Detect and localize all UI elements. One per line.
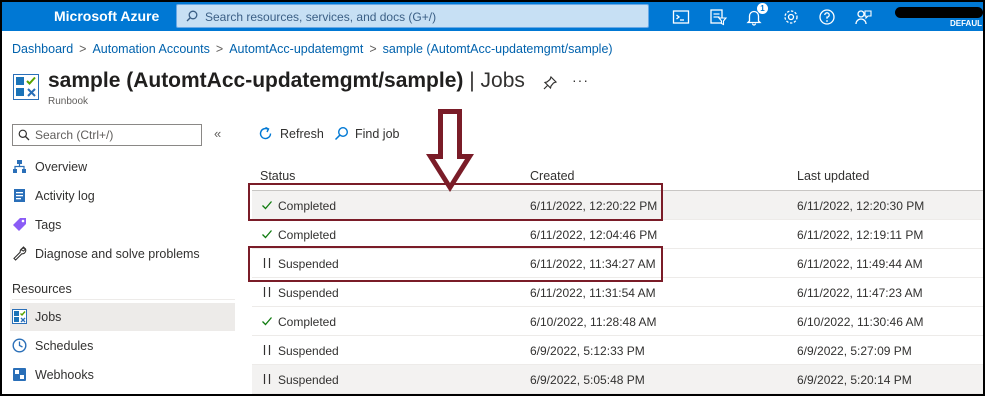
sidebar-item-schedules[interactable]: Schedules xyxy=(10,332,235,360)
table-row[interactable]: Completed 6/11/2022, 12:04:46 PM 6/11/20… xyxy=(252,220,983,249)
runbook-icon xyxy=(13,74,39,100)
notification-badge: 1 xyxy=(757,3,768,14)
feedback-icon[interactable] xyxy=(854,8,872,26)
last-updated-cell: 6/11/2022, 12:20:30 PM xyxy=(797,199,925,213)
breadcrumb-separator: > xyxy=(369,42,377,56)
status-cell: Completed xyxy=(278,228,337,242)
breadcrumb-runbook[interactable]: sample (AutomtAcc-updatemgmt/sample) xyxy=(383,42,613,56)
top-navigation-bar: Microsoft Azure Search resources, servic… xyxy=(2,2,983,31)
search-icon xyxy=(18,129,30,141)
created-cell: 6/11/2022, 11:31:54 AM xyxy=(530,286,656,300)
last-updated-cell: 6/11/2022, 11:47:23 AM xyxy=(797,286,923,300)
search-icon xyxy=(186,10,198,22)
brand-link[interactable]: Microsoft Azure xyxy=(54,8,159,24)
tag-icon xyxy=(13,218,26,231)
pin-icon[interactable] xyxy=(542,75,558,91)
created-cell: 6/11/2022, 12:04:46 PM xyxy=(530,228,658,242)
sidebar-item-tags[interactable]: Tags xyxy=(10,211,235,239)
page-title: sample (AutomtAcc-updatemgmt/sample) | J… xyxy=(48,69,525,93)
sidebar-item-label: Activity log xyxy=(35,189,95,203)
clock-icon xyxy=(12,338,27,353)
sidebar-section-divider xyxy=(12,299,235,300)
sidebar-item-diagnose[interactable]: Diagnose and solve problems xyxy=(10,240,235,268)
status-cell: Suspended xyxy=(278,373,339,387)
sidebar-item-label: Tags xyxy=(35,218,62,232)
status-cell: Suspended xyxy=(278,344,339,358)
find-job-label: Find job xyxy=(355,127,400,141)
checkmark-icon xyxy=(262,317,272,326)
breadcrumb-separator: > xyxy=(79,42,87,56)
highlight-box-suspended-row xyxy=(248,246,663,282)
last-updated-cell: 6/10/2022, 11:30:46 AM xyxy=(797,315,924,329)
azure-portal-window: Microsoft Azure Search resources, servic… xyxy=(2,2,983,394)
breadcrumb-separator: > xyxy=(215,42,224,56)
sidebar-item-activity-log[interactable]: Activity log xyxy=(10,182,235,210)
global-search-input[interactable]: Search resources, services, and docs (G+… xyxy=(176,4,649,28)
directory-filter-icon[interactable] xyxy=(709,8,727,26)
webhook-icon xyxy=(13,368,26,381)
sidebar-item-label: Webhooks xyxy=(35,368,94,382)
more-actions-button[interactable]: ··· xyxy=(572,72,589,88)
table-row[interactable]: Suspended 6/11/2022, 11:31:54 AM 6/11/20… xyxy=(252,278,983,307)
pause-icon xyxy=(263,345,271,355)
overview-icon xyxy=(13,160,26,173)
account-name-redacted[interactable] xyxy=(895,7,983,18)
column-header-last-updated[interactable]: Last updated xyxy=(797,169,869,183)
table-row[interactable]: Suspended 6/9/2022, 5:12:33 PM 6/9/2022,… xyxy=(252,336,983,365)
search-icon xyxy=(334,126,349,141)
created-cell: 6/9/2022, 5:12:33 PM xyxy=(530,344,645,358)
status-cell: Suspended xyxy=(278,286,339,300)
pause-icon xyxy=(263,374,271,384)
sidebar-item-label: Overview xyxy=(35,160,88,174)
pause-icon xyxy=(263,287,271,297)
cloud-shell-icon[interactable] xyxy=(672,8,690,26)
sidebar-item-jobs[interactable]: Jobs xyxy=(10,303,235,331)
sidebar-item-webhooks[interactable]: Webhooks xyxy=(10,361,235,389)
last-updated-cell: 6/9/2022, 5:20:14 PM xyxy=(797,373,912,387)
down-arrow-icon xyxy=(426,109,474,192)
wrench-icon xyxy=(13,246,27,261)
last-updated-cell: 6/11/2022, 12:19:11 PM xyxy=(797,228,924,242)
breadcrumb-dashboard[interactable]: Dashboard xyxy=(12,42,73,56)
last-updated-cell: 6/9/2022, 5:27:09 PM xyxy=(797,344,912,358)
gear-icon[interactable] xyxy=(782,8,800,26)
breadcrumb-automation-account[interactable]: AutomtAcc-updatemgmt xyxy=(229,42,363,56)
column-header-status[interactable]: Status xyxy=(260,169,295,183)
checkmark-icon xyxy=(262,230,272,239)
page-title-name: sample (AutomtAcc-updatemgmt/sample) xyxy=(48,69,464,92)
sidebar-section-resources: Resources xyxy=(12,282,72,296)
created-cell: 6/10/2022, 11:28:48 AM xyxy=(530,315,657,329)
breadcrumb: Dashboard > Automation Accounts > AutomtAcc-… xyxy=(12,42,613,56)
sidebar-item-overview[interactable]: Overview xyxy=(10,153,235,181)
status-cell: Completed xyxy=(278,315,337,329)
activity-log-icon xyxy=(14,189,25,202)
page-subtitle: Runbook xyxy=(48,96,89,107)
breadcrumb-automation-accounts[interactable]: Automation Accounts xyxy=(92,42,209,56)
last-updated-cell: 6/11/2022, 11:49:44 AM xyxy=(797,257,923,271)
help-icon[interactable] xyxy=(818,8,836,26)
sidebar-search-input[interactable]: Search (Ctrl+/) xyxy=(12,124,202,146)
table-row[interactable]: Completed 6/10/2022, 11:28:48 AM 6/10/20… xyxy=(252,307,983,336)
jobs-icon xyxy=(12,309,27,324)
refresh-label: Refresh xyxy=(280,127,324,141)
sidebar-item-label: Diagnose and solve problems xyxy=(35,247,200,261)
column-header-created[interactable]: Created xyxy=(530,169,574,183)
collapse-sidebar-button[interactable]: « xyxy=(214,126,221,141)
global-search-placeholder: Search resources, services, and docs (G+… xyxy=(205,10,437,24)
sidebar-search-placeholder: Search (Ctrl+/) xyxy=(35,128,114,142)
refresh-icon xyxy=(259,126,272,140)
table-row[interactable]: Suspended 6/9/2022, 5:05:48 PM 6/9/2022,… xyxy=(252,365,983,394)
directory-label[interactable]: DEFAUL xyxy=(950,19,982,28)
sidebar-item-label: Jobs xyxy=(35,310,62,324)
page-title-suffix: | Jobs xyxy=(469,69,525,92)
created-cell: 6/9/2022, 5:05:48 PM xyxy=(530,373,645,387)
sidebar-item-label: Schedules xyxy=(35,339,94,353)
